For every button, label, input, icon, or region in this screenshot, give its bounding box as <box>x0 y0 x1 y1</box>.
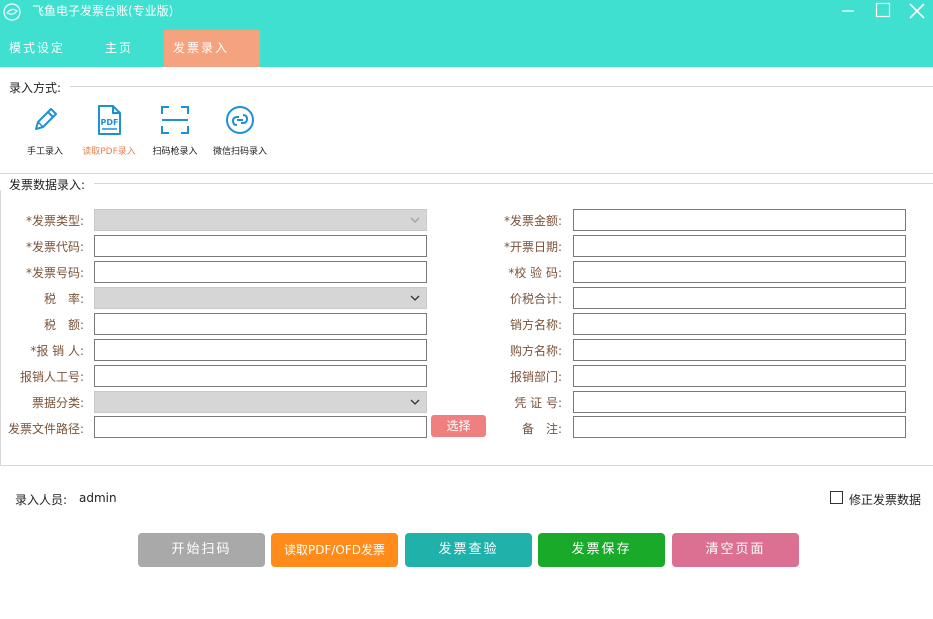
check-code-input[interactable] <box>573 261 906 283</box>
remark-label: 备 注: <box>521 422 562 436</box>
buyer-name-label: 购方名称: <box>509 344 562 358</box>
issue-date-input[interactable] <box>573 235 906 257</box>
mode-wechat-scan[interactable]: 微信扫码录入 <box>205 104 275 160</box>
clear-page-button[interactable]: 清空页面 <box>672 533 799 567</box>
buyer-name-input[interactable] <box>573 339 906 361</box>
seller-name-label: 销方名称: <box>509 318 562 332</box>
close-button[interactable] <box>900 0 933 22</box>
menu-invoice-entry[interactable]: 发票录入 <box>164 30 260 67</box>
doc-category-select[interactable] <box>94 391 427 413</box>
total-with-tax-label: 价税合计: <box>509 292 562 306</box>
mode-section-bottom <box>0 173 933 174</box>
save-invoice-button[interactable]: 发票保存 <box>538 533 665 567</box>
app-logo-icon <box>3 3 21 21</box>
doc-category-label: 票据分类: <box>31 396 84 410</box>
voucher-no-input[interactable] <box>573 391 906 413</box>
amount-label: *发票金额: <box>503 214 562 228</box>
mode-read-pdf[interactable]: PDF 读取PDF录入 <box>74 104 144 160</box>
entry-mode-label: 录入方式: <box>9 81 62 95</box>
file-path-input[interactable] <box>94 416 427 438</box>
file-path-label: 发票文件路径: <box>7 422 84 436</box>
verify-invoice-button[interactable]: 发票查验 <box>405 533 532 567</box>
department-input[interactable] <box>573 365 906 387</box>
chevron-down-icon <box>410 217 420 223</box>
issue-date-label: *开票日期: <box>503 240 562 254</box>
claimant-input[interactable] <box>94 339 427 361</box>
tax-amount-input[interactable] <box>94 313 427 335</box>
mode-read-pdf-label: 读取PDF录入 <box>82 147 136 157</box>
check-code-label: *校 验 码: <box>508 266 562 280</box>
department-label: 报销部门: <box>509 370 562 384</box>
remark-input[interactable] <box>573 416 906 438</box>
mode-manual-label: 手工录入 <box>26 147 63 157</box>
tax-rate-select[interactable] <box>94 287 427 309</box>
svg-text:PDF: PDF <box>101 118 119 127</box>
fix-invoice-checkbox[interactable] <box>830 491 843 504</box>
menu-bar: 模式设定 主页 发票录入 <box>0 30 933 67</box>
voucher-no-label: 凭 证 号: <box>514 396 562 410</box>
amount-input[interactable] <box>573 209 906 231</box>
tax-amount-label: 税 额: <box>43 318 84 332</box>
read-pdf-button[interactable]: 读取PDF/OFD发票 <box>271 533 398 567</box>
claimant-label: *报 销 人: <box>30 344 84 358</box>
claimant-id-input[interactable] <box>94 365 427 387</box>
fix-invoice-label[interactable]: 修正发票数据 <box>849 491 921 508</box>
chevron-down-icon <box>410 399 420 405</box>
operator-label: 录入人员: <box>15 493 68 507</box>
mode-manual[interactable]: 手工录入 <box>10 104 80 160</box>
mode-wechat-scan-label: 微信扫码录入 <box>212 147 267 157</box>
menu-mode-settings[interactable]: 模式设定 <box>9 30 65 67</box>
invoice-code-input[interactable] <box>94 235 427 257</box>
invoice-type-select[interactable] <box>94 209 427 231</box>
invoice-code-label: *发票代码: <box>25 240 84 254</box>
maximize-icon <box>875 2 891 18</box>
invoice-data-divider <box>94 183 933 184</box>
minimize-icon <box>842 10 854 12</box>
invoice-type-label: *发票类型: <box>25 214 84 228</box>
entry-mode-divider <box>70 86 933 87</box>
close-icon <box>909 3 925 19</box>
total-with-tax-input[interactable] <box>573 287 906 309</box>
seller-name-input[interactable] <box>573 313 906 335</box>
wechat-link-icon <box>226 106 254 134</box>
invoice-number-label: *发票号码: <box>25 266 84 280</box>
tax-rate-label: 税 率: <box>43 292 84 306</box>
claimant-id-label: 报销人工号: <box>19 370 84 384</box>
window-title: 飞鱼电子发票台账(专业版) <box>32 4 174 18</box>
choose-file-button[interactable]: 选择 <box>431 415 486 437</box>
mode-scanner[interactable]: 扫码枪录入 <box>140 104 210 160</box>
scan-icon <box>161 106 189 134</box>
operator-value: admin <box>79 491 117 505</box>
pdf-icon: PDF <box>98 105 121 135</box>
mode-scanner-label: 扫码枪录入 <box>152 147 198 157</box>
invoice-number-input[interactable] <box>94 261 427 283</box>
pencil-icon <box>35 108 57 130</box>
chevron-down-icon <box>410 295 420 301</box>
title-bar: 飞鱼电子发票台账(专业版) <box>0 0 933 30</box>
start-scan-button[interactable]: 开始扫码 <box>138 533 265 567</box>
maximize-button[interactable] <box>866 0 900 22</box>
menu-home[interactable]: 主页 <box>105 30 133 67</box>
minimize-button[interactable] <box>831 0 865 22</box>
